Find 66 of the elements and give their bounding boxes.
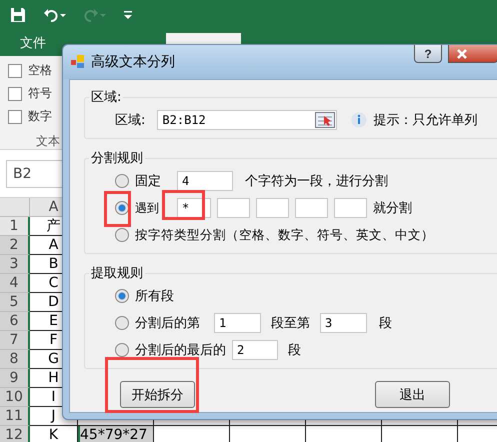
- info-icon: [351, 112, 368, 128]
- row-header[interactable]: 12: [0, 426, 30, 442]
- checkbox-label: 空格: [28, 62, 52, 79]
- row-header[interactable]: 8: [0, 350, 30, 369]
- radio-button[interactable]: [115, 174, 129, 188]
- table-cell: 45*79*27: [78, 426, 154, 442]
- input-field[interactable]: 1: [214, 313, 261, 333]
- checkbox[interactable]: [8, 86, 22, 100]
- checkbox-label: 数字: [28, 108, 52, 125]
- radio-button[interactable]: [115, 343, 129, 357]
- input-field[interactable]: 3: [320, 313, 367, 333]
- row-header[interactable]: 11: [0, 407, 30, 426]
- field-label: 区域:: [115, 112, 146, 129]
- field-label: 个字符为一段，进行分割: [245, 173, 388, 190]
- input-field[interactable]: 4: [177, 171, 233, 191]
- ribbon-tab[interactable]: 文件: [8, 32, 58, 56]
- checkbox[interactable]: [8, 110, 22, 124]
- row-header[interactable]: 6: [0, 312, 30, 331]
- hint-text: 提示：只允许单列: [373, 112, 478, 129]
- save-icon[interactable]: [10, 7, 26, 23]
- checkbox[interactable]: [8, 64, 22, 78]
- customize-icon[interactable]: [124, 10, 132, 20]
- row-header[interactable]: 2: [0, 236, 30, 255]
- group-title: 区域:: [90, 89, 122, 106]
- highlight-frame: [162, 190, 205, 220]
- radio-label: 分割后的第: [135, 315, 200, 332]
- row-header[interactable]: 7: [0, 331, 30, 350]
- input-field[interactable]: [256, 198, 289, 218]
- input-field[interactable]: [295, 198, 328, 218]
- input-field[interactable]: B2:B12: [157, 110, 338, 130]
- checkbox-label: 符号: [28, 85, 52, 102]
- dialog-title: 高级文本分列: [91, 53, 176, 71]
- row-header[interactable]: 1: [0, 217, 30, 236]
- row-header[interactable]: 4: [0, 274, 30, 293]
- radio-label: 固定: [135, 173, 161, 190]
- app-icon: [71, 55, 85, 69]
- range-picker-icon[interactable]: [315, 112, 336, 128]
- group-title: 分割规则: [90, 150, 144, 167]
- row-header[interactable]: 9: [0, 369, 30, 388]
- radio-label: 分割后的最后的: [135, 342, 226, 359]
- close-icon[interactable]: [457, 48, 467, 58]
- close-button[interactable]: [448, 45, 497, 63]
- group-label: 文本: [36, 133, 61, 150]
- highlight-frame: [104, 191, 131, 227]
- field-label: 段: [379, 315, 392, 332]
- row-header[interactable]: 10: [0, 388, 30, 407]
- radio-label: 遇到: [135, 200, 159, 216]
- start-button[interactable]: 开始拆分: [120, 381, 195, 408]
- radio-button[interactable]: [115, 201, 129, 215]
- radio-button[interactable]: [115, 228, 129, 242]
- row-header[interactable]: 5: [0, 293, 30, 312]
- radio-label: 按字符类型分割（空格、数字、符号、英文、中文）: [135, 226, 434, 244]
- field-label: 就分割: [373, 200, 412, 217]
- exit-button[interactable]: 退出: [375, 381, 450, 408]
- radio-button[interactable]: [115, 289, 129, 303]
- input-field[interactable]: [217, 198, 250, 218]
- row-header[interactable]: 3: [0, 255, 30, 274]
- input-field[interactable]: [334, 198, 367, 218]
- field-label: 段: [288, 342, 301, 359]
- field-label: 段至第: [271, 315, 310, 332]
- input-field[interactable]: 2: [232, 340, 278, 360]
- undo-icon[interactable]: [44, 8, 66, 22]
- radio-button[interactable]: [115, 316, 129, 330]
- help-button[interactable]: ?: [414, 45, 442, 63]
- radio-label: 所有段: [135, 288, 174, 305]
- group-title: 提取规则: [90, 265, 144, 282]
